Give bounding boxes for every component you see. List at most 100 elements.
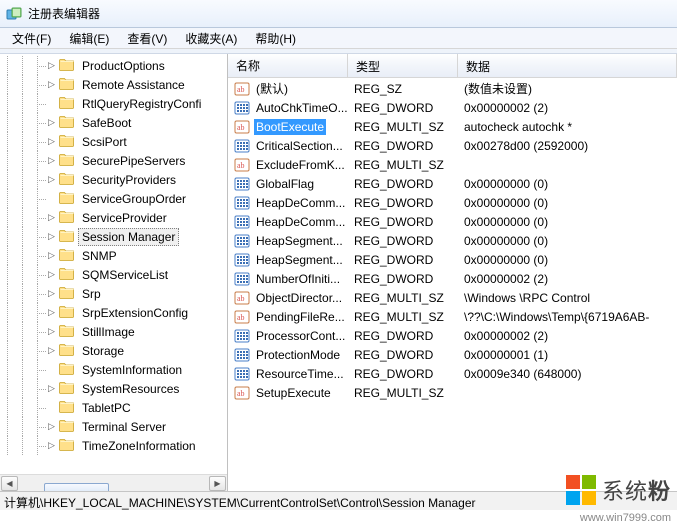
- expand-icon[interactable]: ▷: [45, 155, 58, 166]
- tree-item-label: TabletPC: [78, 399, 135, 417]
- list-row[interactable]: HeapDeComm...REG_DWORD0x00000000 (0): [228, 193, 677, 212]
- expand-icon[interactable]: ▷: [45, 212, 58, 223]
- tree-item-label: ServiceGroupOrder: [78, 190, 190, 208]
- col-header-data[interactable]: 数据: [458, 54, 677, 77]
- reg-binary-icon: [234, 100, 250, 116]
- expand-icon[interactable]: ▷: [45, 421, 58, 432]
- tree-item[interactable]: ▷ScsiPort: [0, 132, 227, 151]
- tree-panel: ▷ProductOptions▷Remote AssistanceRtlQuer…: [0, 54, 228, 491]
- tree-item-label: SecurePipeServers: [78, 152, 189, 170]
- tree-item[interactable]: ▷Storage: [0, 341, 227, 360]
- tree-item[interactable]: ▷ProductOptions: [0, 56, 227, 75]
- title-bar: 注册表编辑器: [0, 0, 677, 28]
- status-bar: 计算机\HKEY_LOCAL_MACHINE\SYSTEM\CurrentCon…: [0, 491, 677, 510]
- value-type: REG_DWORD: [348, 272, 458, 286]
- value-name: ObjectDirector...: [254, 290, 344, 306]
- tree-item-label: SystemResources: [78, 380, 183, 398]
- value-type: REG_MULTI_SZ: [348, 291, 458, 305]
- tree-item[interactable]: ▷Session Manager: [0, 227, 227, 246]
- tree-item[interactable]: ▷SecurityProviders: [0, 170, 227, 189]
- tree-item[interactable]: TabletPC: [0, 398, 227, 417]
- col-header-type[interactable]: 类型: [348, 54, 458, 77]
- list-row[interactable]: SetupExecuteREG_MULTI_SZ: [228, 383, 677, 402]
- list-row[interactable]: ResourceTime...REG_DWORD0x0009e340 (6480…: [228, 364, 677, 383]
- tree-item[interactable]: ▷SafeBoot: [0, 113, 227, 132]
- list-row[interactable]: BootExecuteREG_MULTI_SZautocheck autochk…: [228, 117, 677, 136]
- expand-icon[interactable]: ▷: [45, 117, 58, 128]
- menu-fav[interactable]: 收藏夹(A): [177, 28, 245, 49]
- list-row[interactable]: CriticalSection...REG_DWORD0x00278d00 (2…: [228, 136, 677, 155]
- tree-item-label: Remote Assistance: [78, 76, 189, 94]
- list-row[interactable]: HeapDeComm...REG_DWORD0x00000000 (0): [228, 212, 677, 231]
- list-row[interactable]: AutoChkTimeO...REG_DWORD0x00000002 (2): [228, 98, 677, 117]
- menu-bar: 文件(F) 编辑(E) 查看(V) 收藏夹(A) 帮助(H): [0, 28, 677, 49]
- list-row[interactable]: (默认)REG_SZ(数值未设置): [228, 79, 677, 98]
- list-row[interactable]: HeapSegment...REG_DWORD0x00000000 (0): [228, 231, 677, 250]
- expand-icon[interactable]: ▷: [45, 345, 58, 356]
- list-row[interactable]: ProtectionModeREG_DWORD0x00000001 (1): [228, 345, 677, 364]
- tree-item[interactable]: ▷Terminal Server: [0, 417, 227, 436]
- expand-icon[interactable]: ▷: [45, 60, 58, 71]
- folder-icon: [59, 322, 75, 341]
- expand-icon[interactable]: ▷: [45, 79, 58, 90]
- expand-icon[interactable]: ▷: [45, 288, 58, 299]
- value-data: 0x00000000 (0): [458, 234, 677, 248]
- scroll-right-button[interactable]: ▶: [209, 476, 226, 491]
- tree-item[interactable]: ▷StillImage: [0, 322, 227, 341]
- reg-binary-icon: [234, 271, 250, 287]
- tree-item[interactable]: SystemInformation: [0, 360, 227, 379]
- tree-item[interactable]: RtlQueryRegistryConfi: [0, 94, 227, 113]
- value-data: 0x00000000 (0): [458, 196, 677, 210]
- expand-icon[interactable]: ▷: [45, 174, 58, 185]
- value-type: REG_DWORD: [348, 139, 458, 153]
- list-row[interactable]: ObjectDirector...REG_MULTI_SZ\Windows \R…: [228, 288, 677, 307]
- list-row[interactable]: NumberOfIniti...REG_DWORD0x00000002 (2): [228, 269, 677, 288]
- reg-binary-icon: [234, 328, 250, 344]
- tree-item[interactable]: ▷Srp: [0, 284, 227, 303]
- expand-icon[interactable]: ▷: [45, 326, 58, 337]
- scroll-thumb[interactable]: [44, 483, 109, 491]
- expand-icon[interactable]: ▷: [45, 307, 58, 318]
- menu-view[interactable]: 查看(V): [119, 28, 175, 49]
- value-name: ResourceTime...: [254, 366, 346, 382]
- expand-icon[interactable]: ▷: [45, 269, 58, 280]
- tree-item[interactable]: ▷SrpExtensionConfig: [0, 303, 227, 322]
- reg-string-icon: [234, 385, 250, 401]
- reg-string-icon: [234, 290, 250, 306]
- tree-item[interactable]: ▷ SQMServiceList: [0, 265, 227, 284]
- list-panel: 名称 类型 数据 (默认)REG_SZ(数值未设置)AutoChkTimeO..…: [228, 54, 677, 491]
- tree-item[interactable]: ▷TimeZoneInformation: [0, 436, 227, 455]
- expand-icon[interactable]: ▷: [45, 383, 58, 394]
- tree-item-label: SQMServiceList: [78, 266, 172, 284]
- reg-binary-icon: [234, 176, 250, 192]
- expand-icon[interactable]: ▷: [45, 250, 58, 261]
- reg-binary-icon: [234, 195, 250, 211]
- menu-edit[interactable]: 编辑(E): [61, 28, 117, 49]
- folder-icon: [59, 75, 75, 94]
- folder-icon: [59, 94, 75, 113]
- reg-binary-icon: [234, 366, 250, 382]
- list-row[interactable]: GlobalFlagREG_DWORD0x00000000 (0): [228, 174, 677, 193]
- list-row[interactable]: ProcessorCont...REG_DWORD0x00000002 (2): [228, 326, 677, 345]
- list-row[interactable]: HeapSegment...REG_DWORD0x00000000 (0): [228, 250, 677, 269]
- scroll-left-button[interactable]: ◀: [1, 476, 18, 491]
- tree-h-scrollbar[interactable]: ◀ ▶: [0, 474, 227, 491]
- expand-icon[interactable]: ▷: [45, 440, 58, 451]
- tree-item[interactable]: ▷ Remote Assistance: [0, 75, 227, 94]
- value-data: 0x00000000 (0): [458, 253, 677, 267]
- menu-help[interactable]: 帮助(H): [247, 28, 304, 49]
- list-row[interactable]: PendingFileRe...REG_MULTI_SZ\??\C:\Windo…: [228, 307, 677, 326]
- tree-item[interactable]: ▷ServiceProvider: [0, 208, 227, 227]
- menu-file[interactable]: 文件(F): [4, 28, 59, 49]
- col-header-name[interactable]: 名称: [228, 54, 348, 77]
- expand-icon[interactable]: ▷: [45, 136, 58, 147]
- value-name: CriticalSection...: [254, 138, 345, 154]
- tree-item[interactable]: ▷ SystemResources: [0, 379, 227, 398]
- reg-binary-icon: [234, 138, 250, 154]
- tree-item[interactable]: ▷ SecurePipeServers: [0, 151, 227, 170]
- expand-icon[interactable]: ▷: [45, 231, 58, 242]
- tree-item[interactable]: ServiceGroupOrder: [0, 189, 227, 208]
- tree-item[interactable]: ▷ SNMP: [0, 246, 227, 265]
- list-row[interactable]: ExcludeFromK...REG_MULTI_SZ: [228, 155, 677, 174]
- tree-item-label: SNMP: [78, 247, 121, 265]
